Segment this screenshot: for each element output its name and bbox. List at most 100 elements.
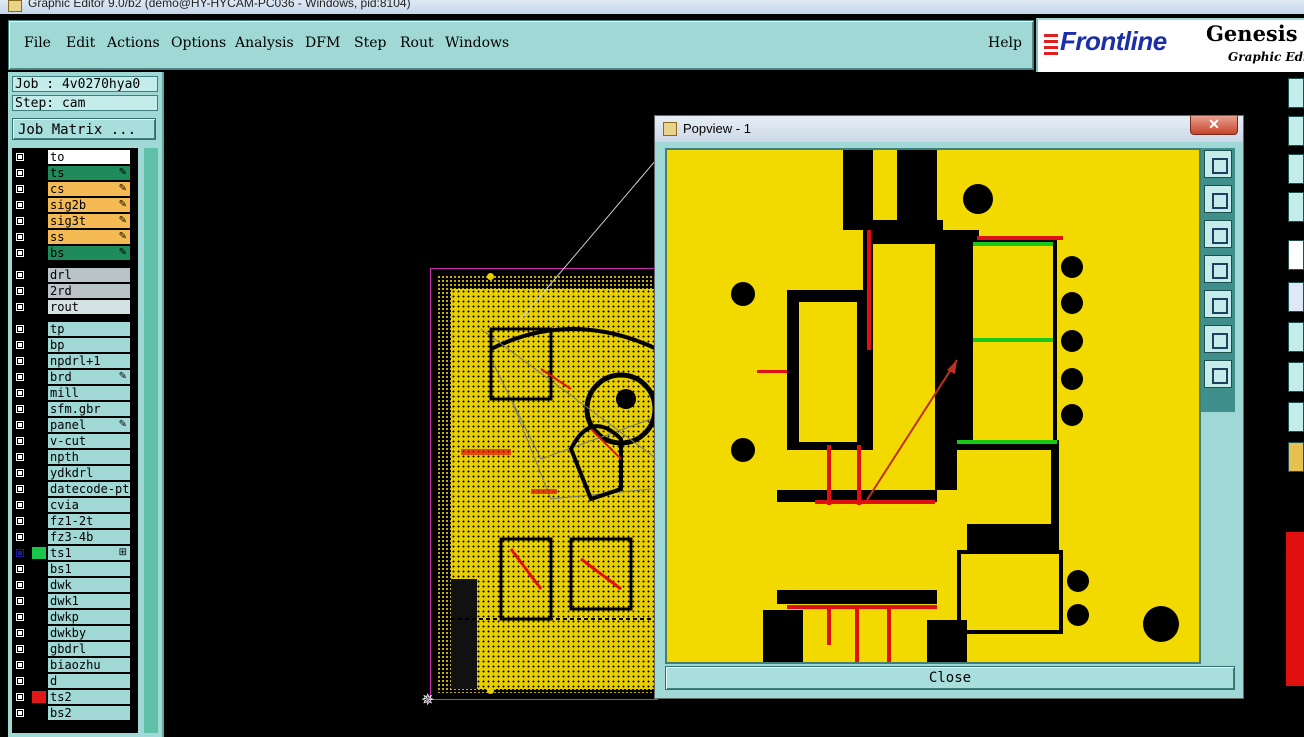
menu-windows[interactable]: Windows xyxy=(445,35,509,51)
tool-icon[interactable] xyxy=(1288,240,1304,270)
layer-checkbox[interactable] xyxy=(15,580,25,590)
layer-color-swatch[interactable] xyxy=(32,483,46,495)
layer-color-swatch[interactable] xyxy=(32,167,46,179)
layer-row[interactable]: ts ✎ xyxy=(12,166,132,180)
layer-color-swatch[interactable] xyxy=(32,199,46,211)
layer-row[interactable]: rout xyxy=(12,300,132,314)
layer-checkbox[interactable] xyxy=(15,660,25,670)
layer-row[interactable]: sig3t ✎ xyxy=(12,214,132,228)
layer-name[interactable]: ss ✎ xyxy=(48,230,130,244)
layer-name[interactable]: tp xyxy=(48,322,130,336)
layer-color-swatch[interactable] xyxy=(32,531,46,543)
layer-row[interactable]: ts1 ⊞ xyxy=(12,546,132,560)
menu-options[interactable]: Options xyxy=(171,35,226,51)
layer-checkbox[interactable] xyxy=(15,676,25,686)
layer-color-swatch[interactable] xyxy=(32,659,46,671)
popview-close-x-button[interactable]: ✕ xyxy=(1190,116,1238,135)
layer-checkbox[interactable] xyxy=(15,152,25,162)
layer-name[interactable]: datecode-pt xyxy=(48,482,130,496)
layer-name[interactable]: v-cut xyxy=(48,434,130,448)
layer-name[interactable]: sig3t ✎ xyxy=(48,214,130,228)
tool-icon[interactable] xyxy=(1288,322,1304,352)
layer-color-swatch[interactable] xyxy=(32,323,46,335)
layer-row[interactable]: dwk1 xyxy=(12,594,132,608)
layer-color-swatch[interactable] xyxy=(32,547,46,559)
layer-color-swatch[interactable] xyxy=(32,499,46,511)
layer-row[interactable]: dwk xyxy=(12,578,132,592)
layer-checkbox[interactable] xyxy=(15,302,25,312)
layer-name[interactable]: sig2b ✎ xyxy=(48,198,130,212)
layer-color-swatch[interactable] xyxy=(32,419,46,431)
zoom-fit-icon[interactable] xyxy=(1204,150,1232,178)
layer-checkbox[interactable] xyxy=(15,184,25,194)
layer-row[interactable]: panel ✎ xyxy=(12,418,132,432)
menu-rout[interactable]: Rout xyxy=(400,35,434,51)
popview-close-button[interactable]: Close xyxy=(665,666,1235,690)
layer-row[interactable]: bs ✎ xyxy=(12,246,132,260)
layer-row[interactable]: to xyxy=(12,150,132,164)
layer-color-swatch[interactable] xyxy=(32,183,46,195)
tool-icon[interactable] xyxy=(1288,402,1304,432)
layer-row[interactable]: cs ✎ xyxy=(12,182,132,196)
layer-name[interactable]: npdrl+1 xyxy=(48,354,130,368)
layer-checkbox[interactable] xyxy=(15,532,25,542)
layer-color-swatch[interactable] xyxy=(32,387,46,399)
layer-row[interactable]: sig2b ✎ xyxy=(12,198,132,212)
menu-dfm[interactable]: DFM xyxy=(305,35,340,51)
layer-name[interactable]: ts ✎ xyxy=(48,166,130,180)
layer-checkbox[interactable] xyxy=(15,420,25,430)
layer-checkbox[interactable] xyxy=(15,484,25,494)
job-matrix-button[interactable]: Job Matrix ... xyxy=(12,118,156,140)
layer-name[interactable]: 2rd xyxy=(48,284,130,298)
layer-checkbox[interactable] xyxy=(15,324,25,334)
tool-icon[interactable] xyxy=(1288,362,1304,392)
layer-row[interactable]: ss ✎ xyxy=(12,230,132,244)
layer-row[interactable]: fz1-2t xyxy=(12,514,132,528)
layer-name[interactable]: ydkdrl xyxy=(48,466,130,480)
layer-name[interactable]: bs1 xyxy=(48,562,130,576)
layer-color-swatch[interactable] xyxy=(32,269,46,281)
layer-row[interactable]: npth xyxy=(12,450,132,464)
layer-row[interactable]: biaozhu xyxy=(12,658,132,672)
layer-checkbox[interactable] xyxy=(15,356,25,366)
layer-name[interactable]: dwkby xyxy=(48,626,130,640)
layer-checkbox[interactable] xyxy=(15,612,25,622)
layer-color-swatch[interactable] xyxy=(32,675,46,687)
layer-name[interactable]: dwk xyxy=(48,578,130,592)
layer-name[interactable]: rout xyxy=(48,300,130,314)
layer-name[interactable]: npth xyxy=(48,450,130,464)
layer-checkbox[interactable] xyxy=(15,644,25,654)
layer-checkbox[interactable] xyxy=(15,692,25,702)
layer-color-swatch[interactable] xyxy=(32,611,46,623)
layer-name[interactable]: dwkp xyxy=(48,610,130,624)
layer-color-swatch[interactable] xyxy=(32,285,46,297)
layer-row[interactable]: npdrl+1 xyxy=(12,354,132,368)
layer-name[interactable]: fz3-4b xyxy=(48,530,130,544)
layer-name[interactable]: cvia xyxy=(48,498,130,512)
layer-checkbox[interactable] xyxy=(15,548,25,558)
layer-checkbox[interactable] xyxy=(15,388,25,398)
layer-color-swatch[interactable] xyxy=(32,563,46,575)
layer-color-swatch[interactable] xyxy=(32,515,46,527)
tool-icon[interactable] xyxy=(1288,116,1304,146)
pan-up-icon[interactable] xyxy=(1204,185,1232,213)
layer-checkbox[interactable] xyxy=(15,708,25,718)
zoom-in-icon[interactable] xyxy=(1204,325,1232,353)
tool-icon[interactable] xyxy=(1288,78,1304,108)
layer-row[interactable]: cvia xyxy=(12,498,132,512)
layer-name[interactable]: gbdrl xyxy=(48,642,130,656)
layer-name[interactable]: ts1 ⊞ xyxy=(48,546,130,560)
layer-name[interactable]: biaozhu xyxy=(48,658,130,672)
layer-checkbox[interactable] xyxy=(15,500,25,510)
layer-color-swatch[interactable] xyxy=(32,301,46,313)
layer-name[interactable]: bs2 xyxy=(48,706,130,720)
zoom-out-icon[interactable] xyxy=(1204,360,1232,388)
layer-color-swatch[interactable] xyxy=(32,403,46,415)
layer-color-swatch[interactable] xyxy=(32,467,46,479)
layer-name[interactable]: to xyxy=(48,150,130,164)
layer-checkbox[interactable] xyxy=(15,596,25,606)
pan-left-icon[interactable] xyxy=(1204,255,1232,283)
menu-file[interactable]: File xyxy=(24,35,51,51)
layer-color-swatch[interactable] xyxy=(32,451,46,463)
layer-name[interactable]: sfm.gbr xyxy=(48,402,130,416)
